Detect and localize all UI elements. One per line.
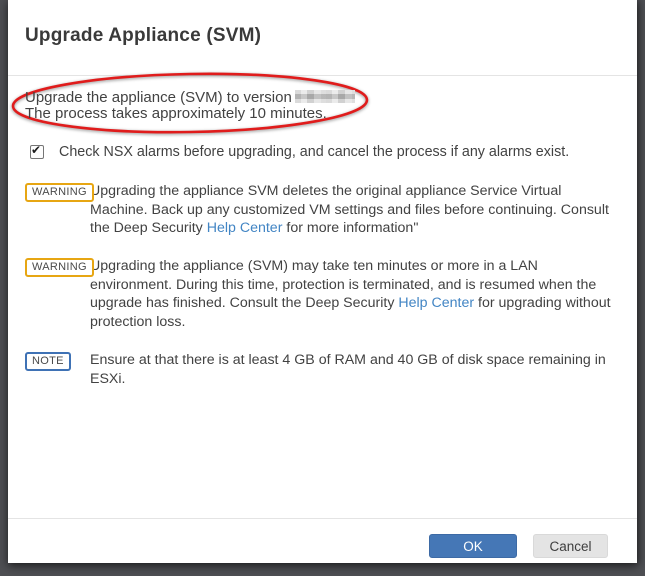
help-center-link[interactable]: Help Center (398, 295, 474, 311)
upgrade-appliance-dialog: Upgrade Appliance (SVM) Upgrade the appl… (8, 0, 637, 563)
title-divider (8, 75, 637, 76)
notice-text-segment: for more information" (282, 220, 418, 236)
warning-badge: WARNING (25, 183, 94, 202)
warning-notice-2: WARNING Upgrading the appliance (SVM) ma… (25, 257, 617, 331)
ok-button[interactable]: OK (429, 534, 517, 558)
intro-line-1: Upgrade the appliance (SVM) to version (25, 90, 425, 106)
redacted-version-blur (295, 90, 355, 103)
check-nsx-alarms-label: Check NSX alarms before upgrading, and c… (59, 144, 569, 160)
intro-text: Upgrade the appliance (SVM) to version T… (25, 90, 425, 122)
note-notice: NOTE Ensure at that there is at least 4 … (25, 351, 617, 388)
warning-badge: WARNING (25, 258, 94, 277)
footer-divider (8, 518, 637, 519)
intro-line-2: The process takes approximately 10 minut… (25, 106, 425, 122)
intro-line1-text: Upgrade the appliance (SVM) to version (25, 89, 292, 106)
note-badge: NOTE (25, 352, 71, 371)
warning-notice-1: WARNING Upgrading the appliance SVM dele… (25, 182, 617, 238)
note-notice-text: Ensure at that there is at least 4 GB of… (90, 351, 614, 388)
check-nsx-alarms-checkbox[interactable] (30, 145, 44, 159)
warning-notice-2-text: Upgrading the appliance (SVM) may take t… (90, 257, 614, 331)
notice-text-segment: Ensure at that there is at least 4 GB of… (90, 352, 606, 387)
warning-notice-1-text: Upgrading the appliance SVM deletes the … (90, 182, 614, 238)
dialog-title: Upgrade Appliance (SVM) (25, 25, 261, 47)
cancel-button[interactable]: Cancel (533, 534, 608, 558)
help-center-link[interactable]: Help Center (207, 220, 283, 236)
screen: { "dialog": { "title": "Upgrade Applianc… (0, 0, 645, 576)
